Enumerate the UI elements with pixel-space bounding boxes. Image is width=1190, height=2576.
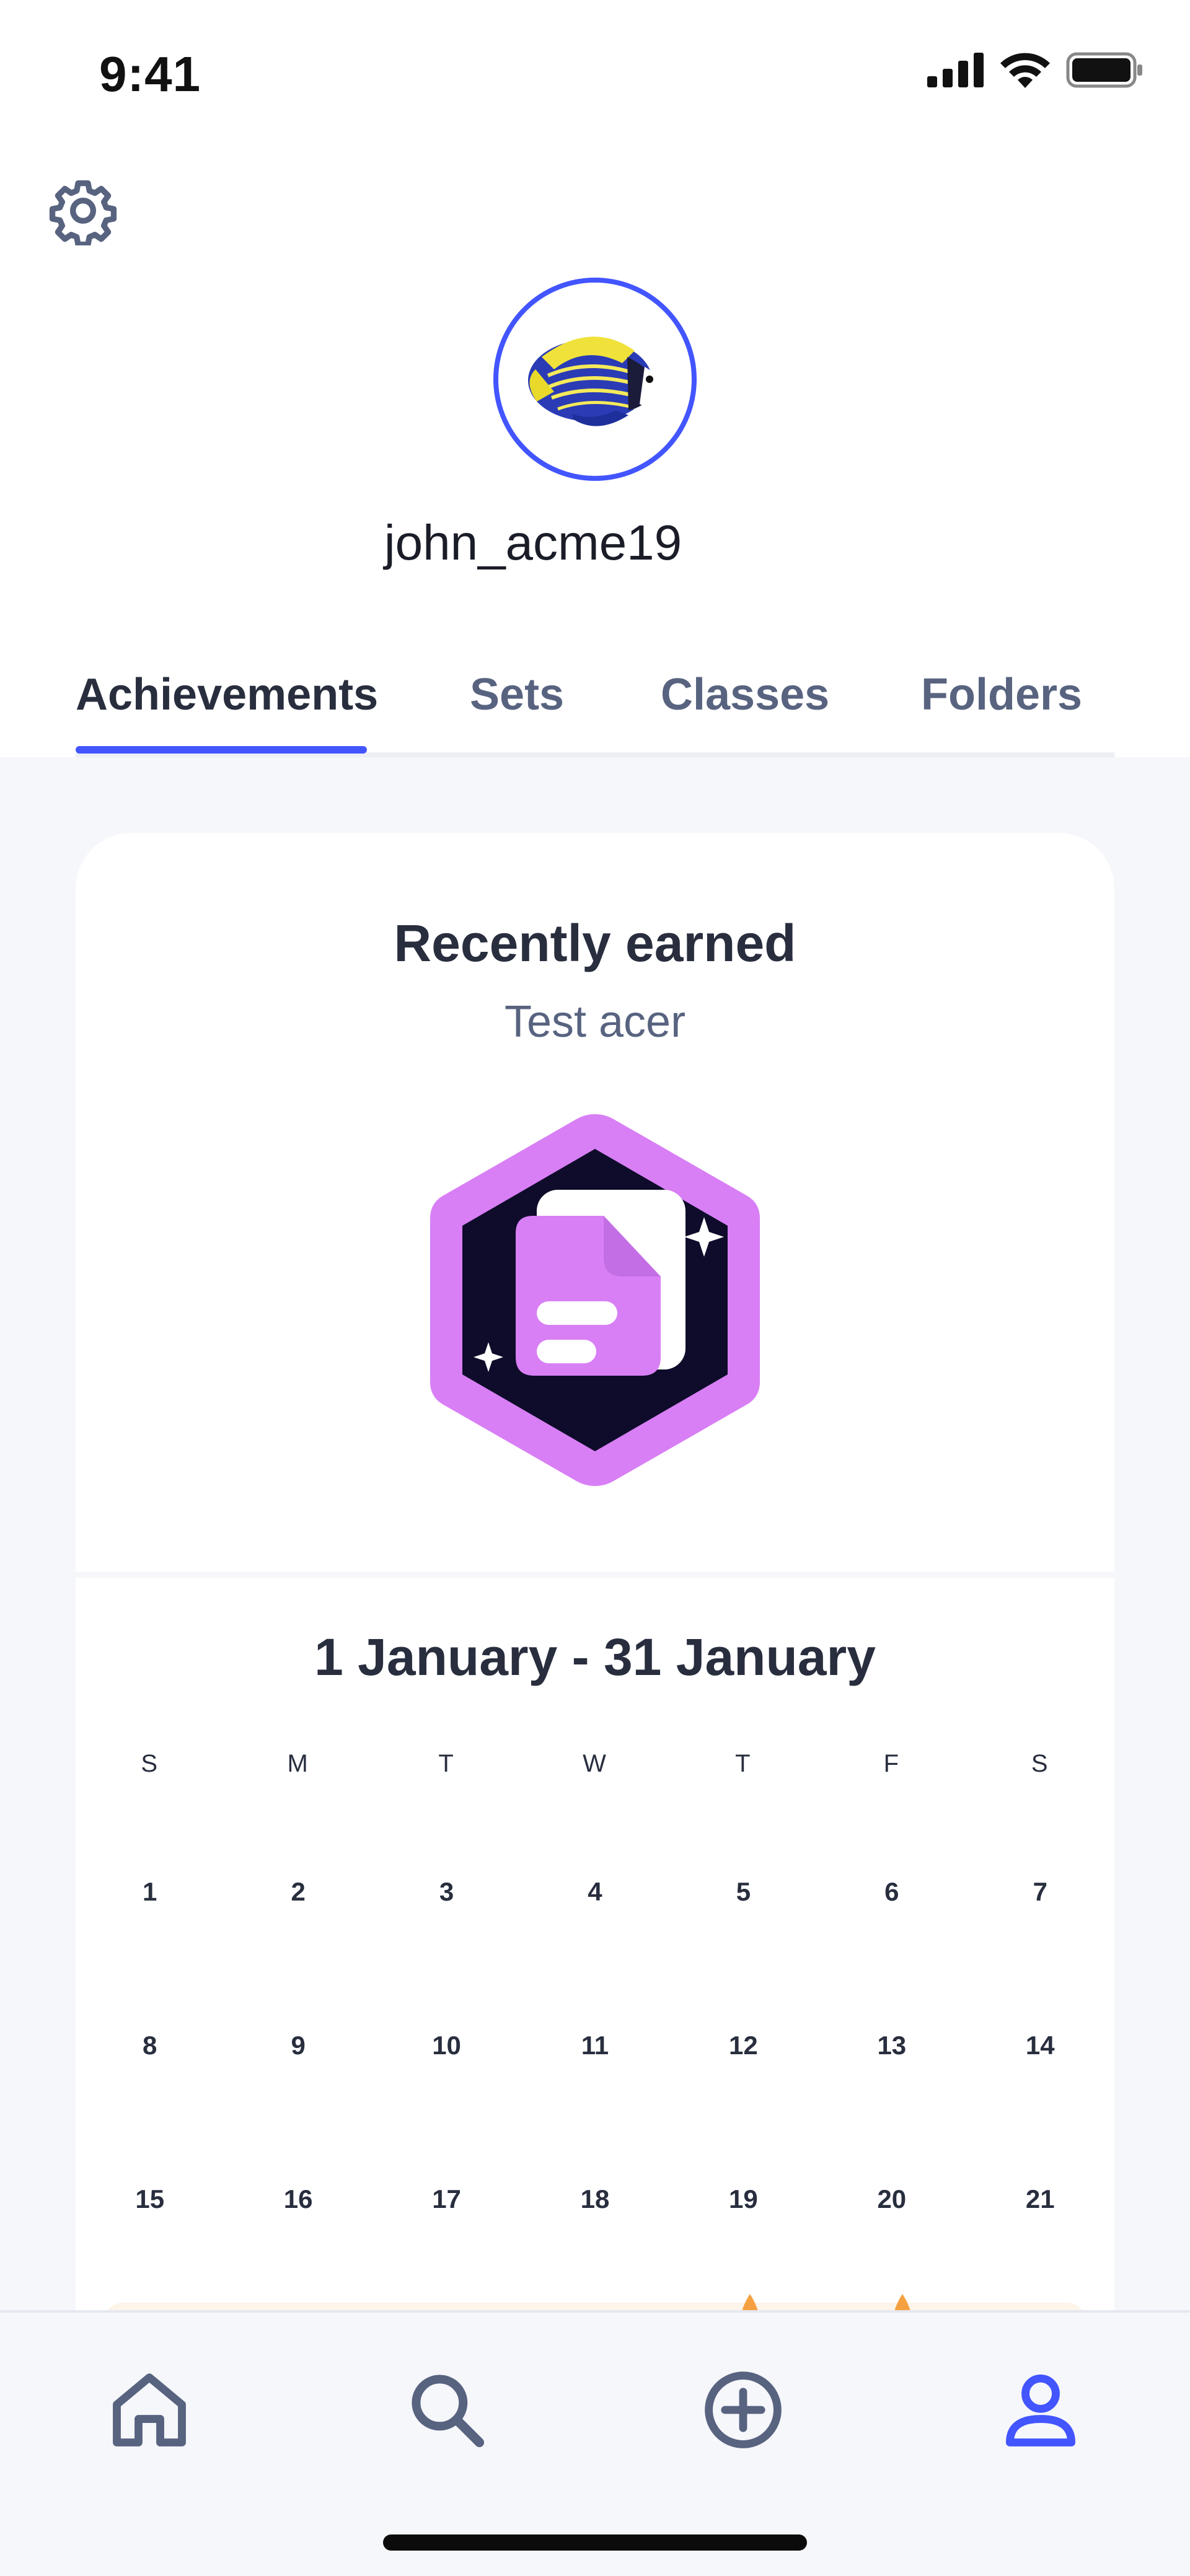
weekday-label: F: [883, 1750, 901, 1777]
calendar-day: 16: [283, 2184, 313, 2213]
active-tab-indicator: [76, 746, 367, 754]
weekday-label: S: [141, 1750, 159, 1777]
weekday-label: M: [287, 1750, 309, 1777]
calendar-day: 12: [729, 2031, 758, 2060]
tab-achievements[interactable]: Achievements: [76, 669, 378, 720]
angelfish-image: [528, 336, 663, 426]
calendar-day: 8: [143, 2031, 157, 2060]
weekday-label: T: [438, 1750, 455, 1777]
calendar-date-range: 1 January - 31 January: [314, 1628, 876, 1686]
username: john_acme19: [384, 515, 682, 570]
calendar-day: 11: [581, 2031, 609, 2060]
calendar-day: 18: [580, 2184, 610, 2213]
badge-name: Test acer: [504, 997, 686, 1047]
wifi-icon: [1000, 53, 1050, 88]
home-icon: [113, 2373, 186, 2446]
calendar-day: 13: [877, 2031, 907, 2060]
tab-classes[interactable]: Classes: [661, 669, 829, 720]
streak-calendar: S M T W T F S 1 2 3 4 5 6 7 8 9 10 11 12…: [76, 1750, 1114, 2214]
calendar-day: 2: [291, 1877, 306, 1906]
document-stack-badge-icon[interactable]: [425, 1109, 765, 1491]
calendar-day: 19: [729, 2184, 758, 2213]
bottom-nav: [0, 2310, 1190, 2576]
signal-icon: [927, 53, 984, 87]
status-time: 9:41: [99, 46, 201, 102]
gear-icon: [49, 180, 117, 245]
battery-icon: [1066, 52, 1142, 88]
weekday-label: S: [1031, 1750, 1049, 1777]
calendar-day: 7: [1033, 1877, 1047, 1906]
recently-earned-title: Recently earned: [394, 914, 796, 972]
status-icons: [927, 52, 1143, 88]
settings-button[interactable]: [43, 171, 123, 250]
calendar-week: 15 16 17 18 19 20 21: [76, 2184, 1114, 2214]
tab-sets[interactable]: Sets: [470, 669, 564, 720]
profile-tabs: Achievements Sets Classes Folders: [76, 663, 1114, 757]
calendar-day: 10: [432, 2031, 461, 2060]
calendar-day: 6: [884, 1877, 899, 1906]
calendar-day: 3: [439, 1877, 454, 1906]
calendar-day: 4: [588, 1877, 602, 1906]
tab-folders[interactable]: Folders: [921, 669, 1082, 720]
home-indicator[interactable]: [383, 2534, 807, 2551]
nav-home-button[interactable]: [97, 2357, 202, 2463]
weekday-label: T: [735, 1750, 752, 1777]
calendar-day: 5: [736, 1877, 751, 1906]
calendar-day: 20: [877, 2184, 907, 2213]
calendar-day: 15: [135, 2184, 165, 2213]
profile-icon: [1006, 2374, 1075, 2446]
search-icon: [412, 2375, 485, 2448]
calendar-week: 8 9 10 11 12 13 14: [76, 2031, 1114, 2060]
nav-profile-button[interactable]: [988, 2357, 1093, 2463]
calendar-day: 1: [143, 1877, 157, 1906]
nav-create-button[interactable]: [690, 2357, 796, 2463]
calendar-day: 17: [432, 2184, 461, 2213]
calendar-day: 14: [1025, 2031, 1055, 2060]
avatar[interactable]: [493, 278, 697, 481]
calendar-week: 1 2 3 4 5 6 7: [76, 1877, 1114, 1907]
calendar-day: 21: [1025, 2184, 1055, 2213]
weekday-label: W: [583, 1750, 607, 1777]
calendar-day: 9: [291, 2031, 306, 2060]
nav-search-button[interactable]: [394, 2357, 500, 2463]
card-divider: [76, 1572, 1114, 1578]
weekday-header: S M T W T F S: [76, 1750, 1114, 1778]
create-icon: [705, 2372, 782, 2448]
